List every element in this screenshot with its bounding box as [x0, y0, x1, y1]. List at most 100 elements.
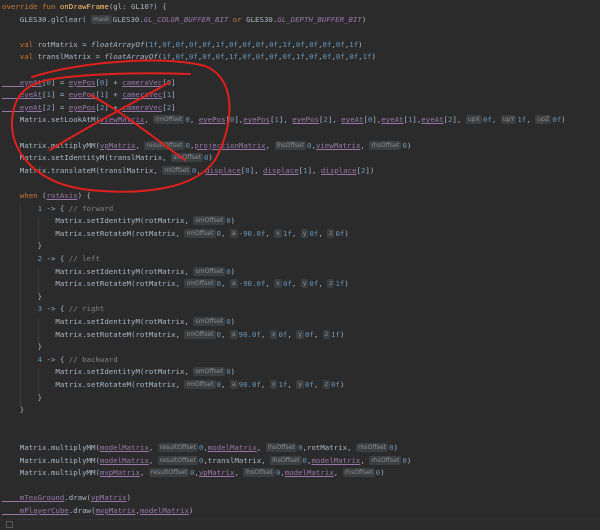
code-line[interactable]: 3 -> { // right — [2, 303, 105, 314]
code-token: } — [2, 342, 43, 352]
code-line[interactable]: mPlayerCube.draw(mvpMatrix,modelMatrix) — [2, 505, 194, 516]
code-line[interactable]: Matrix.multiplyMM(modelMatrix, resultOff… — [2, 455, 411, 466]
parameter-hint: resultOffset — [157, 455, 198, 465]
code-token: 0f — [229, 39, 238, 49]
code-token: (gl: GL10?) { — [108, 2, 167, 11]
code-token: } — [2, 392, 43, 402]
parameter-hint: y — [300, 279, 309, 289]
code-line[interactable]: Matrix.setLookAtM(viewMatrix, rmOffset 0,… — [2, 114, 566, 125]
code-token: when — [2, 191, 43, 200]
code-token: GLES30. — [246, 14, 278, 24]
code-line[interactable]: Matrix.setRotateM(rotMatrix, rmOffset 0, … — [2, 379, 344, 390]
parameter-hint: lhsOffset — [274, 140, 306, 150]
code-token: ) — [344, 279, 349, 289]
code-token: 0f — [242, 39, 252, 49]
code-token: , — [265, 140, 275, 150]
code-token: 1f — [517, 115, 527, 125]
code-token: ) — [380, 468, 385, 478]
code-line[interactable]: Matrix.setIdentityM(rotMatrix, smOffset 0… — [2, 266, 235, 277]
code-token: , — [526, 115, 536, 125]
code-line[interactable]: 1 -> { // forward — [2, 203, 114, 214]
code-token: floatArrayOf — [91, 39, 145, 49]
code-token: 1f — [349, 39, 359, 49]
code-token: eyeAt — [381, 115, 404, 125]
code-line[interactable]: Matrix.multiplyMM(modelMatrix, resultOff… — [2, 442, 398, 453]
code-token: displace — [320, 165, 357, 175]
code-token: , — [220, 329, 230, 339]
code-token: .draw( — [68, 506, 96, 515]
code-token: -> { — [42, 203, 69, 213]
code-token: ) — [406, 455, 412, 465]
code-token: 1f — [148, 39, 158, 49]
code-line[interactable]: GLES30.glClear( mask GLES30.GL_COLOR_BUFF… — [2, 14, 366, 25]
code-token: eyeAt — [2, 102, 43, 112]
code-token: 0f — [331, 380, 340, 389]
code-line[interactable]: Matrix.setIdentityM(rotMatrix, smOffset 0… — [2, 215, 235, 226]
code-token: ], — [249, 165, 264, 175]
code-token: GLES30.glClear( — [2, 14, 91, 24]
code-token: ]) — [365, 165, 375, 175]
code-line[interactable]: mTexGround.draw(vpMatrix) — [2, 492, 131, 503]
parameter-hint: rhsOffset — [355, 443, 389, 452]
code-token: , — [318, 279, 328, 289]
code-token: ) — [126, 493, 132, 503]
code-line[interactable]: Matrix.setRotateM(rotMatrix, rmOffset 0, … — [2, 278, 349, 289]
parameter-hint: y — [300, 228, 309, 238]
code-token: 0f — [269, 39, 279, 49]
parameter-hint: z — [322, 329, 331, 339]
code-line[interactable]: Matrix.multiplyMM(vpMatrix, resultOffset… — [2, 140, 411, 151]
code-token: ) — [339, 329, 345, 339]
code-token: // backward — [68, 354, 118, 364]
code-token: 0f — [335, 52, 345, 62]
code-token: 0f — [482, 115, 492, 125]
code-line[interactable]: } — [2, 392, 42, 403]
code-line[interactable]: Matrix.translateM(translMatrix, mOffset 0… — [2, 165, 374, 176]
code-token: 0f — [349, 52, 359, 62]
code-token: translMatrix = — [37, 52, 105, 62]
code-editor[interactable]: override fun onDrawFrame(gl: GL10?) { GL… — [0, 0, 600, 529]
code-line[interactable]: Matrix.setRotateM(rotMatrix, rmOffset 0, … — [2, 228, 349, 239]
parameter-hint: lhsOffset — [270, 455, 302, 465]
code-token: , — [291, 228, 301, 238]
code-token: ) — [208, 153, 213, 163]
code-token: ] + — [104, 102, 123, 112]
code-line[interactable]: val translMatrix = floatArrayOf(1f,0f,0f… — [2, 51, 376, 62]
code-line[interactable]: Matrix.setIdentityM(rotMatrix, smOffset 0… — [2, 366, 235, 377]
code-line[interactable]: val rotMatrix = floatArrayOf(1f,0f,0f,0f… — [2, 39, 363, 50]
code-token: GL_COLOR_BUFFER_BIT — [143, 14, 229, 24]
code-token: -90.0f — [238, 228, 266, 238]
parameter-hint: y — [296, 329, 304, 339]
parameter-hint: z — [327, 228, 335, 238]
parameter-hint: upY — [500, 115, 517, 125]
parameter-hint: z — [322, 380, 331, 389]
code-line[interactable]: Matrix.setRotateM(rotMatrix, rmOffset 0, … — [2, 329, 344, 340]
code-line[interactable]: } — [2, 341, 42, 352]
parameter-hint: smOffset — [171, 153, 203, 163]
code-token: Matrix.multiplyMM( — [2, 468, 100, 478]
code-token: , — [196, 165, 206, 175]
code-token: 0f — [295, 39, 305, 49]
indent-guide — [38, 318, 39, 344]
code-line[interactable]: eyeAt[2] = eyePos[2] + cameraVec[2] — [2, 102, 176, 113]
code-token: eyePos — [292, 115, 319, 125]
code-line[interactable]: Matrix.setIdentityM(translMatrix, smOffs… — [2, 152, 213, 163]
code-token: , — [291, 279, 301, 289]
code-line[interactable]: when (rotAxis) { — [2, 190, 91, 201]
code-line[interactable]: } — [2, 240, 42, 251]
parameter-hint: a — [229, 279, 238, 289]
parameter-hint: rhsOffset — [342, 468, 375, 478]
code-line[interactable]: Matrix.setIdentityM(rotMatrix, smOffset 0… — [2, 316, 235, 327]
code-line[interactable]: 2 -> { // left — [2, 253, 100, 264]
code-token: Matrix.setIdentityM(rotMatrix, — [2, 367, 194, 377]
code-token: 0f — [255, 39, 265, 49]
code-token: .draw( — [64, 493, 91, 503]
code-line[interactable]: eyeAt[0] = eyePos[0] + cameraVec[0] — [2, 77, 176, 88]
code-token: } — [2, 405, 25, 415]
code-line[interactable]: } — [2, 291, 42, 302]
code-token: modelMatrix — [99, 455, 149, 465]
code-line[interactable]: Matrix.multiplyMM(mvpMatrix, resultOffse… — [2, 467, 385, 478]
code-token: , — [148, 443, 158, 452]
code-line[interactable]: eyeAt[1] = eyePos[1] + cameraVec[1] — [2, 89, 176, 100]
code-token: eyePos — [68, 77, 96, 87]
code-line[interactable]: override fun onDrawFrame(gl: GL10?) { — [2, 1, 167, 12]
